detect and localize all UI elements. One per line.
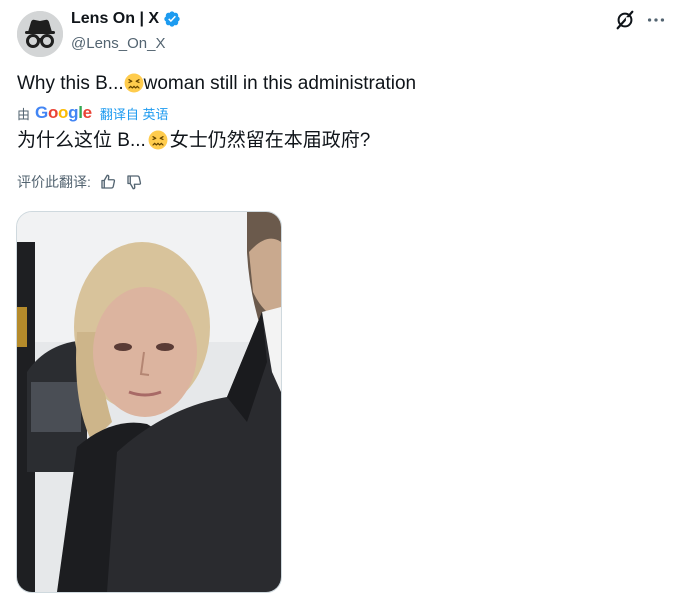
rate-translation-row: 评价此翻译: xyxy=(17,172,143,192)
post-media-photo[interactable] xyxy=(16,211,282,593)
translated-text-after: 女士仍然留在本届政府? xyxy=(169,130,371,151)
grok-icon[interactable] xyxy=(614,9,636,31)
translated-from-link[interactable]: 翻译自 英语 xyxy=(100,104,169,123)
thumbs-down-icon[interactable] xyxy=(125,173,143,191)
post-text-before: Why this B... xyxy=(17,73,124,94)
translation-attribution: 由 Google 翻译自 英语 xyxy=(17,103,168,123)
translated-by-label: 由 xyxy=(17,106,31,122)
translated-text: 为什么这位 B... 女士仍然留在本届政府? xyxy=(17,128,370,154)
verified-badge-icon xyxy=(164,11,180,27)
translated-text-before: 为什么这位 B... xyxy=(17,130,146,151)
author-display-name[interactable]: Lens On | X xyxy=(71,10,159,28)
author-name-row[interactable]: Lens On | X xyxy=(71,10,181,28)
rate-translation-label: 评价此翻译: xyxy=(17,174,91,190)
post-text-after: woman still in this administration xyxy=(143,73,417,94)
incognito-icon xyxy=(17,11,63,57)
google-logo: Google xyxy=(35,103,92,122)
post-text: Why this B... woman still in this admini… xyxy=(17,72,416,96)
confounded-face-emoji xyxy=(124,73,144,93)
more-icon[interactable] xyxy=(645,9,667,31)
thumbs-up-icon[interactable] xyxy=(99,173,117,191)
author-handle[interactable]: @Lens_On_X xyxy=(71,35,165,52)
avatar[interactable] xyxy=(17,11,63,57)
photo-image xyxy=(17,212,281,592)
confounded-face-emoji xyxy=(148,130,168,150)
